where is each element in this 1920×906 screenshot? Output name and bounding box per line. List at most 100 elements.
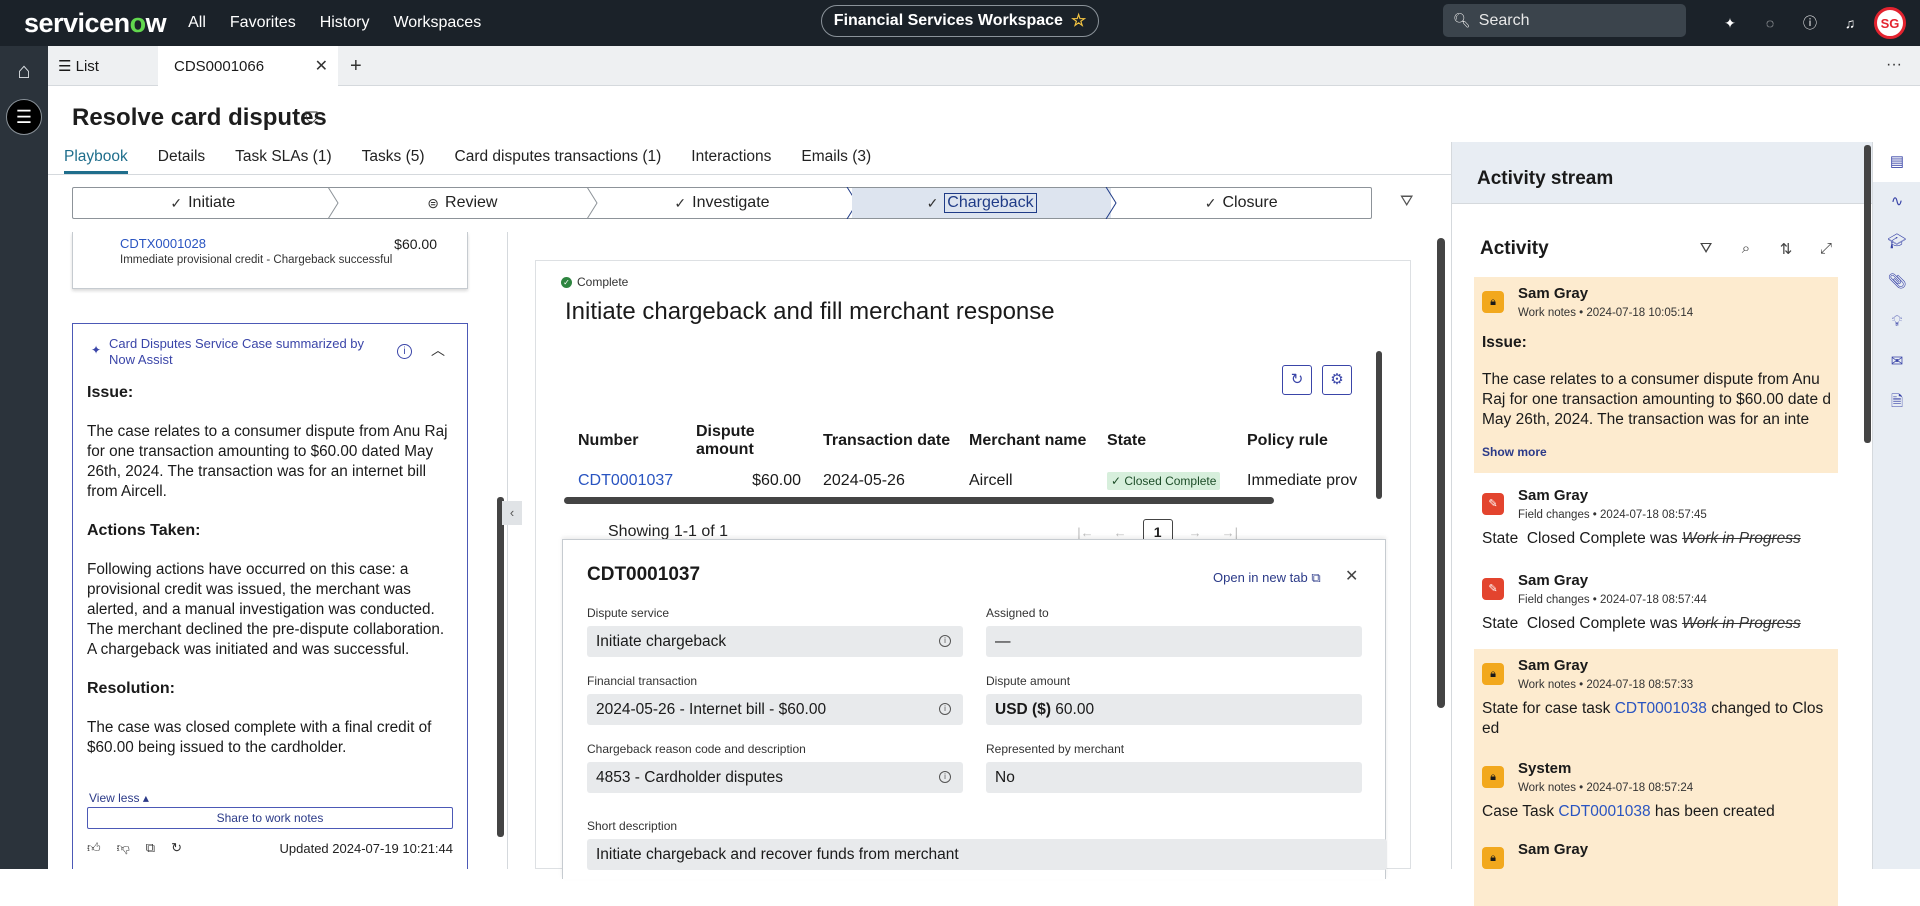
bell-icon[interactable]: ♫	[1830, 15, 1870, 31]
nav-history[interactable]: History	[320, 14, 370, 32]
open-in-new-tab-label: Open in new tab	[1213, 570, 1308, 585]
case-task-link[interactable]: CDT0001038	[1615, 700, 1707, 717]
email-icon[interactable]: ✉	[1873, 342, 1920, 382]
entry-time: 2024-07-18 08:57:24	[1586, 782, 1694, 794]
table-header-row: Number Dispute amount Transaction date M…	[558, 421, 1378, 461]
info-icon[interactable]: i	[939, 635, 951, 647]
status-label: Complete	[577, 275, 629, 289]
tab-tasks[interactable]: Tasks (5)	[362, 148, 425, 174]
settings-gear-button[interactable]: ⚙	[1322, 365, 1352, 395]
nav-workspaces[interactable]: Workspaces	[393, 14, 481, 32]
document-icon[interactable]: 🗎	[1873, 382, 1920, 422]
thumbs-up-icon[interactable]: 👍︎	[87, 840, 101, 856]
tab-emails[interactable]: Emails (3)	[801, 148, 871, 174]
activity-entry: 🔒︎ System Work notes • 2024-07-18 08:57:…	[1474, 752, 1838, 832]
represented-by-merchant-value[interactable]: No	[986, 762, 1362, 793]
user-avatar[interactable]: SG	[1874, 7, 1906, 39]
collapse-panel-button[interactable]: ‹	[502, 501, 522, 525]
stage-chargeback[interactable]: ✓ Chargeback	[851, 187, 1117, 219]
dispute-service-value[interactable]: Initiate chargeback i	[587, 626, 963, 657]
chevron-up-icon[interactable]: ︿	[431, 340, 445, 360]
more-options-icon[interactable]: ···	[1886, 56, 1902, 74]
financial-transaction-value[interactable]: 2024-05-26 - Internet bill - $60.00 i	[587, 694, 963, 725]
copy-icon[interactable]: ⧉	[146, 840, 155, 856]
stage-review[interactable]: ⊜ Review	[333, 187, 598, 219]
close-icon[interactable]: ✕	[1345, 566, 1358, 586]
info-icon[interactable]: i	[397, 344, 412, 359]
row-number-link[interactable]: CDT0001037	[558, 472, 678, 490]
nav-favorites[interactable]: Favorites	[230, 14, 296, 32]
knowledge-icon[interactable]: 🎓︎	[1873, 222, 1920, 262]
stage-initiate[interactable]: ✓ Initiate	[73, 187, 339, 219]
activity-stream-icon[interactable]: ▤	[1873, 142, 1920, 182]
workspace-tab-bar: ☰ List CDS0001066 ✕ + ···	[48, 46, 1920, 86]
table-vertical-scrollbar[interactable]	[1376, 351, 1382, 499]
column-header[interactable]: Dispute amount	[678, 423, 823, 459]
field-label: Dispute amount	[986, 674, 1071, 688]
nav-all[interactable]: All	[188, 14, 206, 32]
list-menu-icon[interactable]: ☰	[6, 99, 42, 135]
pulse-icon[interactable]: ∿	[1873, 182, 1920, 222]
close-tab-icon[interactable]: ✕	[315, 56, 328, 76]
global-search-input[interactable]: 🔍︎ Search	[1443, 4, 1686, 37]
share-to-work-notes-button[interactable]: Share to work notes	[87, 807, 453, 829]
info-icon[interactable]: i	[939, 771, 951, 783]
tab-list[interactable]: ☰ List	[58, 46, 99, 86]
info-icon[interactable]: i	[939, 703, 951, 715]
activity-scrollbar[interactable]	[1864, 145, 1871, 443]
entry-type: Work notes	[1518, 782, 1576, 794]
chargeback-reason-value[interactable]: 4853 - Cardholder disputes i	[587, 762, 963, 793]
filter-icon[interactable]: ⛛	[1686, 240, 1726, 258]
view-less-link[interactable]: View less ▴	[89, 791, 149, 805]
assigned-to-value[interactable]: —	[986, 626, 1362, 657]
column-header[interactable]: Policy rule	[1247, 432, 1357, 450]
tab-task-slas[interactable]: Task SLAs (1)	[235, 148, 331, 174]
next-page-icon[interactable]: →	[1189, 525, 1202, 540]
refresh-button[interactable]: ↻	[1282, 365, 1312, 395]
tab-card-disputes-transactions[interactable]: Card disputes transactions (1)	[455, 148, 662, 174]
workspace-switcher[interactable]: Financial Services Workspace ☆	[821, 5, 1099, 37]
sort-icon[interactable]: ⇅	[1766, 240, 1806, 258]
stage-investigate[interactable]: ✓ Investigate	[592, 187, 858, 219]
main-panel-scrollbar[interactable]	[1437, 238, 1445, 708]
thumbs-down-icon[interactable]: 👎︎	[117, 840, 130, 856]
stage-closure[interactable]: ✓ Closure	[1111, 188, 1371, 218]
tab-details[interactable]: Details	[158, 148, 205, 174]
attachment-icon[interactable]: 📎︎	[1873, 262, 1920, 302]
prev-page-icon[interactable]: ←	[1114, 525, 1127, 540]
servicenow-logo[interactable]: servicenow	[24, 8, 167, 39]
refresh-icon[interactable]: ↻	[171, 840, 182, 856]
help-icon[interactable]: ⓘ	[1790, 13, 1830, 33]
expand-icon[interactable]: ⤢	[1806, 240, 1846, 258]
column-header[interactable]: Transaction date	[823, 432, 969, 450]
last-page-icon[interactable]: →|	[1222, 525, 1238, 540]
lightbulb-icon[interactable]: 💡︎	[1873, 302, 1920, 342]
case-task-link[interactable]: CDT0001038	[1558, 803, 1650, 820]
dispute-amount-value[interactable]: USD ($) 60.00	[986, 694, 1362, 725]
chat-icon[interactable]: ◌	[1750, 15, 1790, 31]
star-icon[interactable]: ☆	[1071, 11, 1086, 31]
short-description-value[interactable]: Initiate chargeback and recover funds fr…	[587, 839, 1387, 870]
tag-icon[interactable]: ⛉	[305, 109, 318, 129]
tab-playbook[interactable]: Playbook	[64, 148, 128, 174]
column-header[interactable]: State	[1107, 432, 1247, 450]
open-in-new-tab-link[interactable]: Open in new tab ⧉	[1213, 570, 1321, 586]
left-panel-scrollbar[interactable]	[497, 497, 504, 837]
check-icon: ✓	[926, 194, 939, 211]
table-row[interactable]: CDT0001037 $60.00 2024-05-26 Aircell ✓ C…	[558, 461, 1378, 501]
column-header[interactable]: Number	[558, 432, 678, 450]
summary-body: Issue: The case relates to a consumer di…	[87, 384, 453, 778]
show-more-link[interactable]: Show more	[1482, 445, 1547, 459]
search-icon[interactable]: ⌕	[1726, 240, 1766, 258]
tab-record[interactable]: CDS0001066 ✕	[158, 46, 338, 86]
tab-interactions[interactable]: Interactions	[691, 148, 771, 174]
transaction-number-link[interactable]: CDTX0001028	[120, 236, 206, 251]
home-icon[interactable]: ⌂	[10, 58, 38, 86]
sparkle-icon[interactable]: ✦	[1710, 15, 1750, 32]
column-header[interactable]: Merchant name	[969, 432, 1107, 450]
filter-icon[interactable]: ⛛	[1400, 193, 1413, 211]
entry-time: 2024-07-18 08:57:44	[1600, 594, 1707, 606]
first-page-icon[interactable]: |←	[1077, 525, 1093, 540]
table-horizontal-scrollbar[interactable]	[564, 497, 1274, 504]
add-tab-button[interactable]: +	[350, 46, 362, 86]
